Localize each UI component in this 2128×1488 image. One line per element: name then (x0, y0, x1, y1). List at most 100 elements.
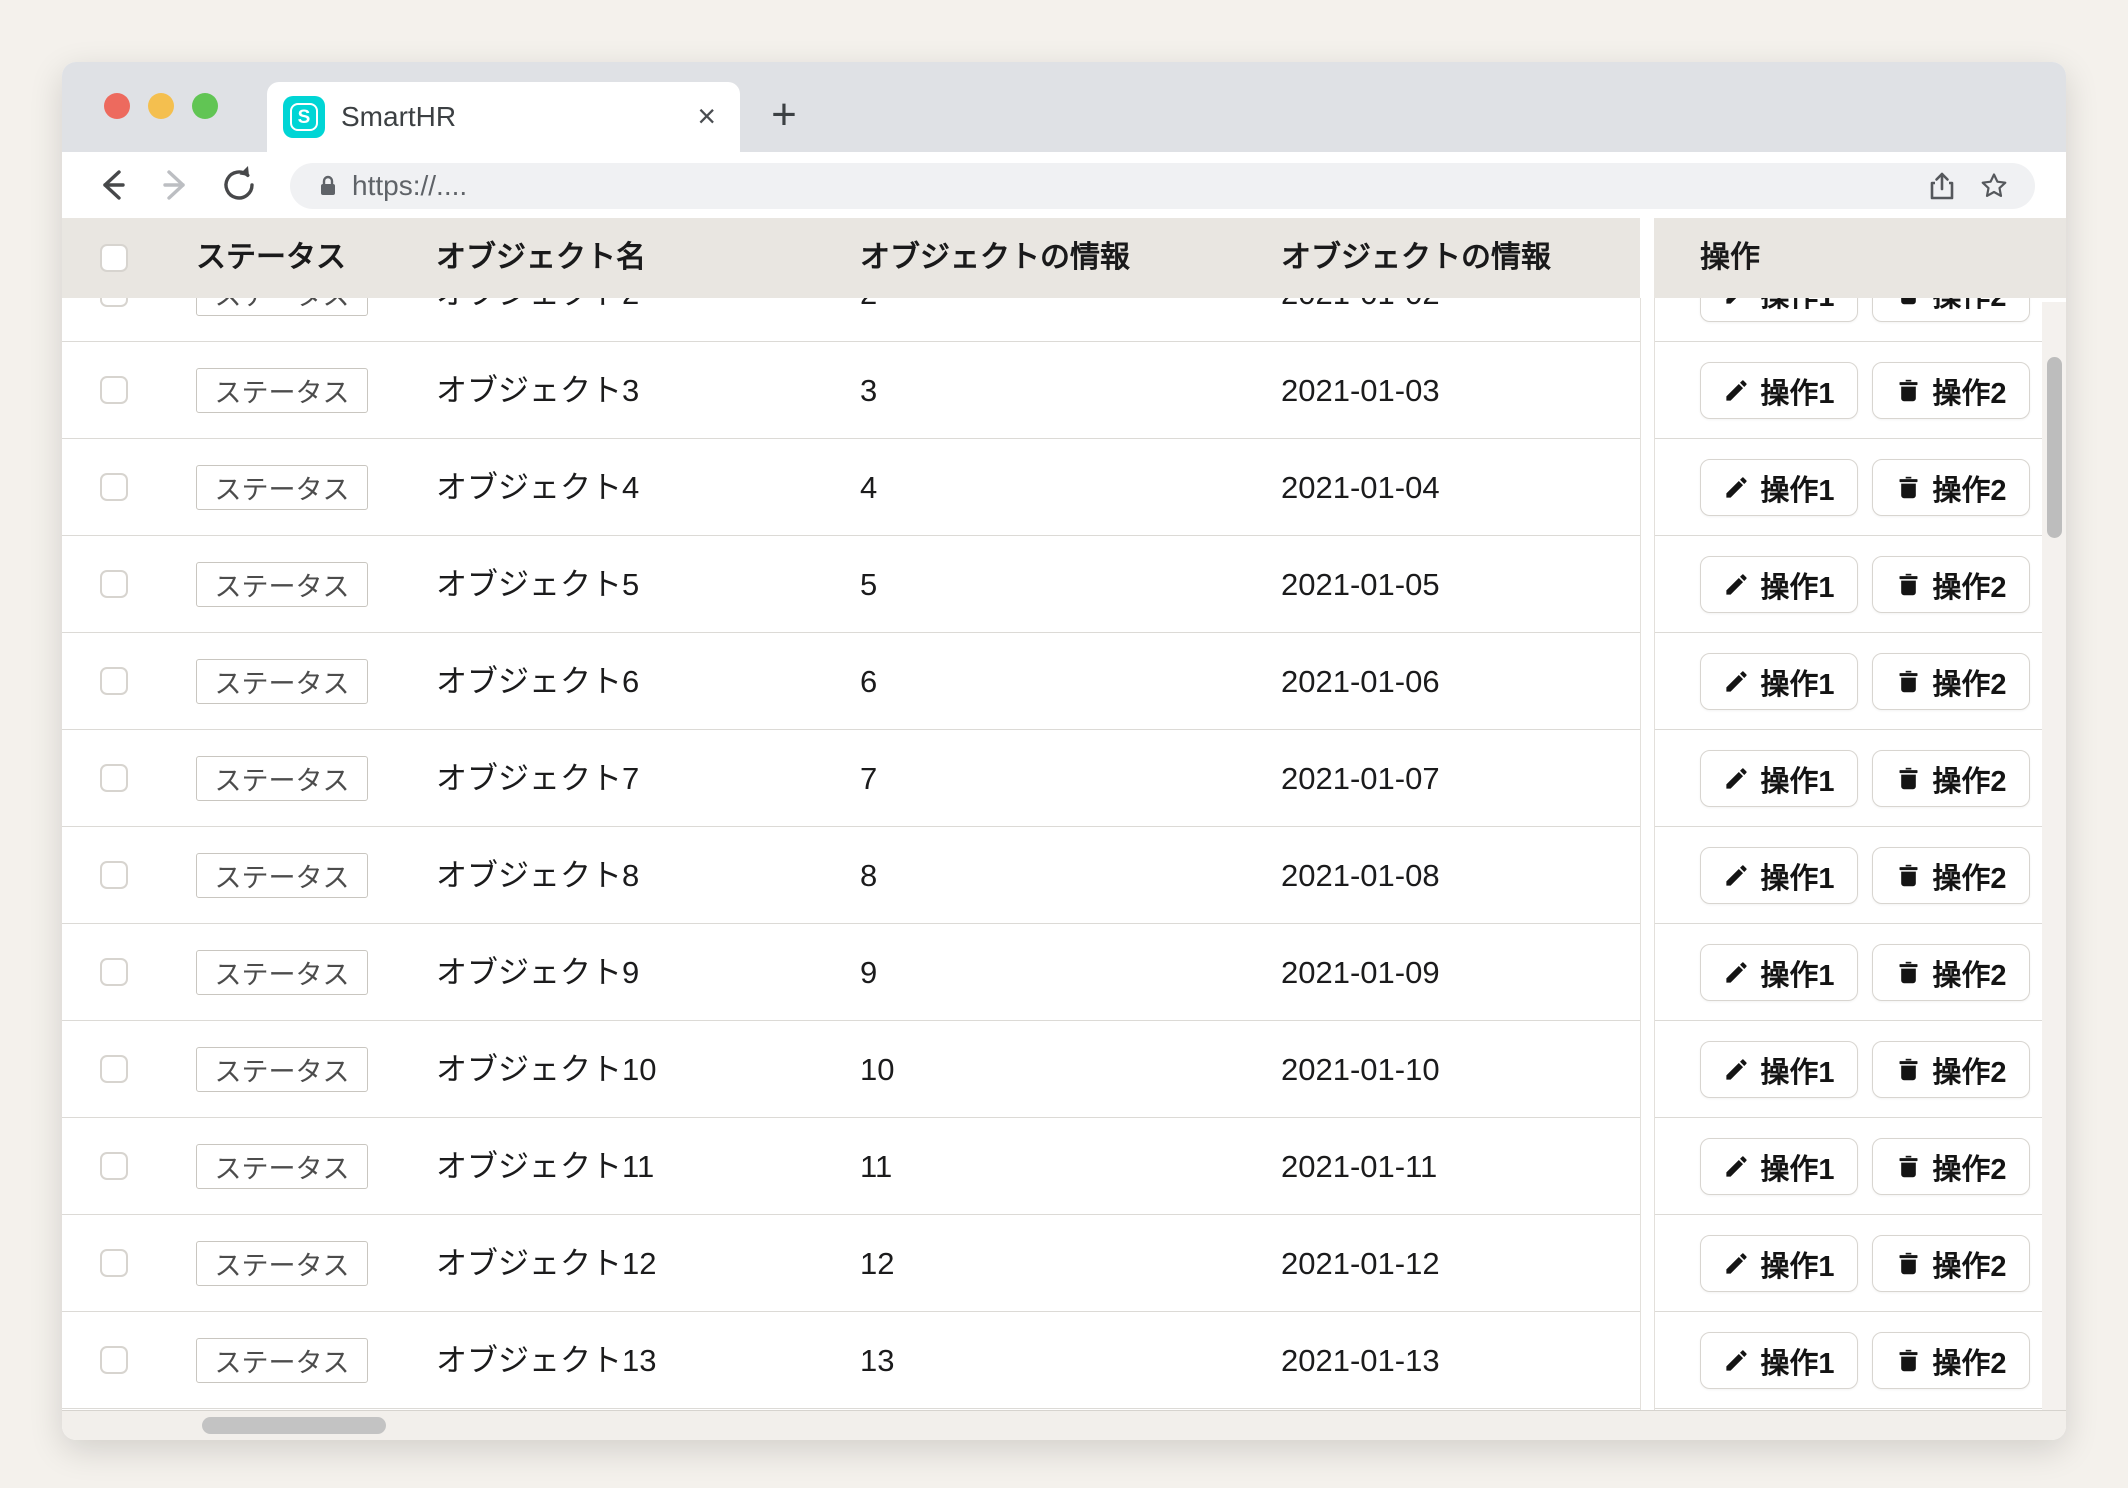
action2-button[interactable]: 操作2 (1872, 1138, 2030, 1195)
action2-button[interactable]: 操作2 (1872, 847, 2030, 904)
traffic-light-close-button[interactable] (104, 93, 130, 119)
action2-button[interactable]: 操作2 (1872, 1332, 2030, 1389)
row-checkbox[interactable] (100, 570, 128, 603)
row-checkbox[interactable] (100, 1249, 128, 1282)
column-header-status[interactable]: ステータス (196, 218, 346, 298)
object-info2-cell: 2021-01-02 (1281, 298, 1440, 342)
share-icon[interactable] (1927, 171, 1957, 201)
object-info1-cell: 10 (860, 1021, 894, 1118)
column-header-object-info-2[interactable]: オブジェクトの情報 (1281, 218, 1551, 298)
pencil-icon (1723, 1347, 1750, 1374)
action2-button[interactable]: 操作2 (1872, 653, 2030, 710)
address-bar[interactable]: https://.... (290, 163, 2035, 209)
url-text[interactable]: https://.... (352, 163, 467, 209)
browser-tab[interactable]: S SmartHR × (267, 82, 740, 152)
action1-button[interactable]: 操作1 (1700, 1138, 1858, 1195)
object-info1-cell: 3 (860, 342, 877, 439)
pencil-icon (1723, 571, 1750, 598)
action1-button[interactable]: 操作1 (1700, 298, 1858, 322)
column-header-operations: 操作 (1700, 218, 1760, 298)
action1-button[interactable]: 操作1 (1700, 750, 1858, 807)
back-button[interactable] (88, 160, 138, 210)
pencil-icon (1723, 765, 1750, 792)
action1-button[interactable]: 操作1 (1700, 1235, 1858, 1292)
action1-button[interactable]: 操作1 (1700, 1332, 1858, 1389)
object-info2-cell: 2021-01-04 (1281, 439, 1440, 536)
new-tab-button[interactable]: + (754, 82, 814, 152)
row-checkbox[interactable] (100, 473, 128, 506)
object-info2-cell: 2021-01-05 (1281, 536, 1440, 633)
padlock-icon (316, 174, 340, 198)
sticky-column-left-border (1654, 298, 1655, 1410)
star-icon[interactable] (1979, 171, 2009, 201)
row-checkbox[interactable] (100, 1346, 128, 1379)
row-checkbox[interactable] (100, 958, 128, 991)
row-checkbox[interactable] (100, 667, 128, 700)
column-header-object-info-1[interactable]: オブジェクトの情報 (860, 218, 1130, 298)
pencil-icon (1723, 1250, 1750, 1277)
object-info2-cell: 2021-01-06 (1281, 633, 1440, 730)
browser-window: S SmartHR × + https://.... (62, 62, 2066, 1440)
status-chip: ステータス (196, 465, 368, 510)
row-checkbox[interactable] (100, 1055, 128, 1088)
action1-button[interactable]: 操作1 (1700, 653, 1858, 710)
status-chip: ステータス (196, 1047, 368, 1092)
status-chip: ステータス (196, 298, 368, 316)
action2-button[interactable]: 操作2 (1872, 556, 2030, 613)
traffic-light-minimize-button[interactable] (148, 93, 174, 119)
action2-button[interactable]: 操作2 (1872, 298, 2030, 322)
action2-button[interactable]: 操作2 (1872, 459, 2030, 516)
object-info1-cell: 9 (860, 924, 877, 1021)
object-info1-cell: 2 (860, 298, 877, 342)
table-row: ステータス オブジェクト3 3 2021-01-03 操作1 操作2 (62, 342, 2066, 439)
forward-button[interactable] (150, 160, 200, 210)
table-row: ステータス オブジェクト9 9 2021-01-09 操作1 操作2 (62, 924, 2066, 1021)
pencil-icon (1723, 298, 1750, 307)
object-info1-cell: 11 (860, 1118, 892, 1215)
trash-icon (1895, 298, 1922, 307)
row-checkbox[interactable] (100, 861, 128, 894)
pencil-icon (1723, 474, 1750, 501)
column-header-object-name[interactable]: オブジェクト名 (436, 218, 646, 298)
object-table: ステータス オブジェクト2 2 2021-01-02 操作1 操作2 ステータス… (62, 218, 2066, 1410)
reload-button[interactable] (214, 160, 264, 210)
tab-close-icon[interactable]: × (697, 82, 716, 152)
row-checkbox[interactable] (100, 376, 128, 409)
action1-button[interactable]: 操作1 (1700, 556, 1858, 613)
row-checkbox[interactable] (100, 764, 128, 797)
action2-button[interactable]: 操作2 (1872, 1041, 2030, 1098)
row-checkbox[interactable] (100, 1152, 128, 1185)
row-checkbox[interactable] (100, 298, 128, 312)
trash-icon (1895, 1056, 1922, 1083)
trash-icon (1895, 571, 1922, 598)
object-name-cell: オブジェクト5 (436, 536, 639, 633)
horizontal-scrollbar-thumb[interactable] (202, 1417, 386, 1434)
horizontal-scrollbar-track[interactable] (62, 1410, 2066, 1440)
action1-button[interactable]: 操作1 (1700, 847, 1858, 904)
object-name-cell: オブジェクト4 (436, 439, 639, 536)
action2-button[interactable]: 操作2 (1872, 362, 2030, 419)
object-info1-cell: 4 (860, 439, 877, 536)
status-chip: ステータス (196, 950, 368, 995)
status-chip: ステータス (196, 368, 368, 413)
pencil-icon (1723, 377, 1750, 404)
select-all-checkbox[interactable] (100, 244, 128, 277)
action2-button[interactable]: 操作2 (1872, 750, 2030, 807)
trash-icon (1895, 1250, 1922, 1277)
object-name-cell: オブジェクト6 (436, 633, 639, 730)
pencil-icon (1723, 1056, 1750, 1083)
action2-button[interactable]: 操作2 (1872, 1235, 2030, 1292)
action2-button[interactable]: 操作2 (1872, 944, 2030, 1001)
action1-button[interactable]: 操作1 (1700, 459, 1858, 516)
action1-button[interactable]: 操作1 (1700, 944, 1858, 1001)
pencil-icon (1723, 862, 1750, 889)
action1-button[interactable]: 操作1 (1700, 1041, 1858, 1098)
main-region-right-border (1640, 298, 1641, 1410)
trash-icon (1895, 668, 1922, 695)
vertical-scrollbar-thumb[interactable] (2047, 357, 2062, 538)
object-name-cell: オブジェクト13 (436, 1312, 656, 1409)
table-row: ステータス オブジェクト7 7 2021-01-07 操作1 操作2 (62, 730, 2066, 827)
traffic-light-zoom-button[interactable] (192, 93, 218, 119)
action1-button[interactable]: 操作1 (1700, 362, 1858, 419)
sticky-column-gutter (1641, 298, 1654, 1410)
